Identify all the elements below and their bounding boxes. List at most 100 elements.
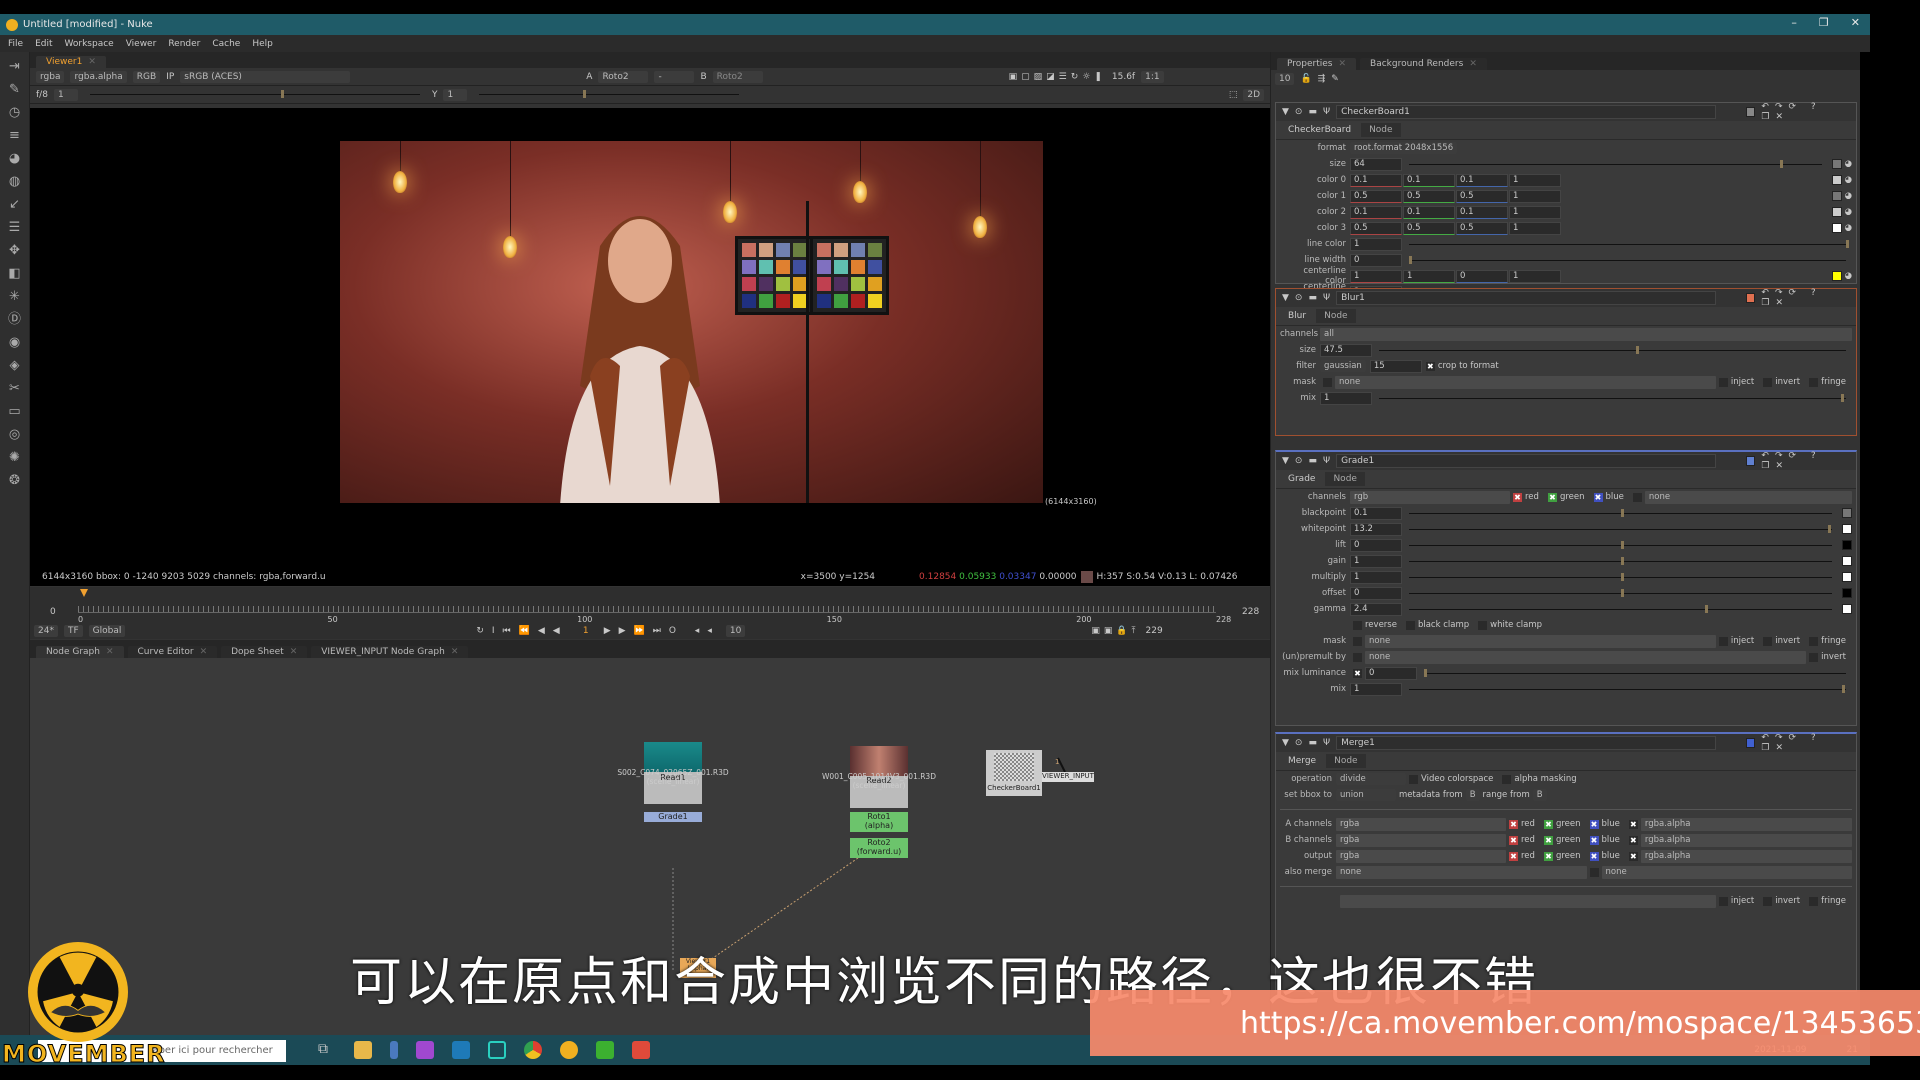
metadata-dropdown[interactable]: B [1465,789,1480,801]
playback-controls-forward[interactable]: ▶▶⏩⏭O ◂◂ [604,626,720,636]
node-roto1[interactable]: Roto1 (alpha) [850,812,908,832]
camtasia-green-icon[interactable] [596,1041,614,1059]
deep-icon[interactable]: Ⓓ [7,312,23,328]
menu-workspace[interactable]: Workspace [65,39,114,49]
snipping-tool-icon[interactable] [390,1041,398,1059]
value-field[interactable]: 2.4 [1350,602,1402,616]
panel-controls[interactable]: ↶↷⟳ ? ❐✕ [1761,288,1850,308]
size-field[interactable]: 47.5 [1320,343,1372,357]
cara-vr-icon[interactable]: ✺ [7,450,23,466]
settings-icon[interactable]: Ψ [1323,456,1330,466]
channels-dropdown[interactable]: rgba [36,70,65,83]
tab-viewer1[interactable]: Viewer1 ✕ [36,56,106,68]
node-color-swatch[interactable] [1746,293,1756,303]
plugins-icon[interactable]: ❂ [7,473,23,489]
step-field[interactable]: 10 [725,625,746,637]
value-field[interactable]: 0.5 [1456,189,1508,203]
collapse-icon[interactable]: ▼ [1282,293,1289,303]
channels-dropdown[interactable]: all [1320,327,1852,341]
panel-tab-grade[interactable]: Grade [1280,472,1324,486]
extra-channel-dropdown[interactable]: none [1644,490,1852,504]
checkbox[interactable] [1323,377,1332,387]
value-field[interactable]: 0.1 [1350,173,1402,187]
value-field[interactable]: 64 [1350,157,1402,171]
checkbox[interactable] [1763,377,1773,387]
viewer-toggle-icon[interactable]: ⊙ [1295,456,1303,466]
mix-field[interactable]: 1 [1350,682,1402,696]
checkbox[interactable] [1409,774,1418,784]
panel-tab-node[interactable]: Node [1325,472,1365,486]
panel-tab-node[interactable]: Node [1361,123,1401,137]
value-slider[interactable] [1379,345,1846,354]
viewer-option-icons[interactable]: ▣▢▨◪☰↻☼❚ [1009,72,1106,82]
task-view-icon[interactable]: ⧉ [318,1041,336,1059]
value-slider[interactable] [1409,159,1822,168]
checkbox[interactable]: ✖ [1547,492,1557,502]
color-swatch[interactable] [1831,271,1842,281]
zoom-dropdown[interactable]: 1:1 [1141,70,1164,83]
roi-icon[interactable]: ⬚ [1229,90,1238,100]
node-color-swatch[interactable] [1746,107,1756,117]
checkbox[interactable]: ✖ [1509,851,1518,861]
checkbox[interactable]: ✖ [1543,835,1553,845]
prime-video-icon[interactable] [452,1041,470,1059]
edit-icon[interactable]: ✎ [1331,74,1339,84]
gamma-field[interactable]: 1 [443,88,468,101]
panel-tab-blur[interactable]: Blur [1280,309,1315,323]
timeline-scrubber[interactable] [78,593,1216,613]
checkbox[interactable] [1763,896,1773,906]
gain-slider[interactable] [89,90,420,98]
color-swatch[interactable] [1842,572,1852,582]
current-frame[interactable]: 1 [574,626,598,636]
checkbox[interactable]: ✖ [1353,668,1362,678]
operation-dropdown[interactable]: divide [1336,773,1406,785]
value-field[interactable]: 1 [1509,189,1561,203]
furnace-icon[interactable]: ◎ [7,427,23,443]
playback-controls[interactable]: ↻I⏮⏪◀◀ [476,626,567,636]
minimize-button[interactable]: – [1791,16,1797,29]
image-icon[interactable]: ⇥ [7,59,23,75]
value-slider[interactable] [1409,508,1832,517]
value-field[interactable]: 0 [1350,538,1402,552]
checkbox[interactable]: ✖ [1509,835,1518,845]
color-swatch[interactable] [1842,540,1852,550]
fstop-label[interactable]: f/8 [36,90,48,100]
maximize-button[interactable]: ❐ [1819,16,1829,29]
checkbox[interactable] [1353,620,1362,630]
color-picker-icon[interactable]: ◕ [1845,271,1852,281]
also-merge-dropdown[interactable]: none [1336,865,1587,879]
checkbox[interactable] [1809,636,1819,646]
color-swatch[interactable] [1842,604,1852,614]
node-name-field[interactable]: CheckerBoard1 [1336,105,1717,119]
menu-help[interactable]: Help [252,39,273,49]
color-swatch[interactable] [1831,191,1842,201]
value-field[interactable]: 1 [1350,554,1402,568]
node-viewer-input[interactable]: VIEWER_INPUT [1042,772,1094,782]
collapse-icon[interactable]: ▼ [1282,107,1289,117]
panel-controls[interactable]: ↶↷⟳ ? ❐✕ [1761,102,1850,122]
range-dropdown[interactable]: Global [88,625,126,637]
color-swatch[interactable] [1831,175,1842,185]
node-color-swatch[interactable] [1746,738,1756,748]
app-icon[interactable] [488,1041,506,1059]
value-field[interactable]: 1 [1509,221,1561,235]
checkbox[interactable]: ✖ [1589,835,1599,845]
metadata-icon[interactable]: ◈ [7,358,23,374]
value-field[interactable]: 1 [1509,173,1561,187]
color-swatch[interactable] [1831,207,1842,217]
timeline-start[interactable]: 0 [50,607,56,617]
timeline-options-icons[interactable]: ▣▣🔒⤒ [1091,626,1139,636]
checkbox[interactable] [1718,636,1728,646]
b-input-dropdown[interactable]: Roto2 [712,70,763,83]
timeline-end[interactable]: 228 [1242,607,1259,617]
channels-dropdown[interactable]: rgba [1336,833,1506,847]
max-panels-field[interactable]: 10 [1275,73,1295,85]
playhead[interactable] [79,589,88,597]
node-checkerboard1[interactable]: CheckerBoard1 [986,750,1042,796]
checkbox[interactable]: ✖ [1589,851,1599,861]
checkbox[interactable] [1353,636,1362,646]
collapse-icon[interactable]: ▼ [1282,456,1289,466]
checkbox[interactable] [1478,620,1488,630]
value-field[interactable]: 0.1 [1350,205,1402,219]
checkbox[interactable] [1589,867,1599,877]
